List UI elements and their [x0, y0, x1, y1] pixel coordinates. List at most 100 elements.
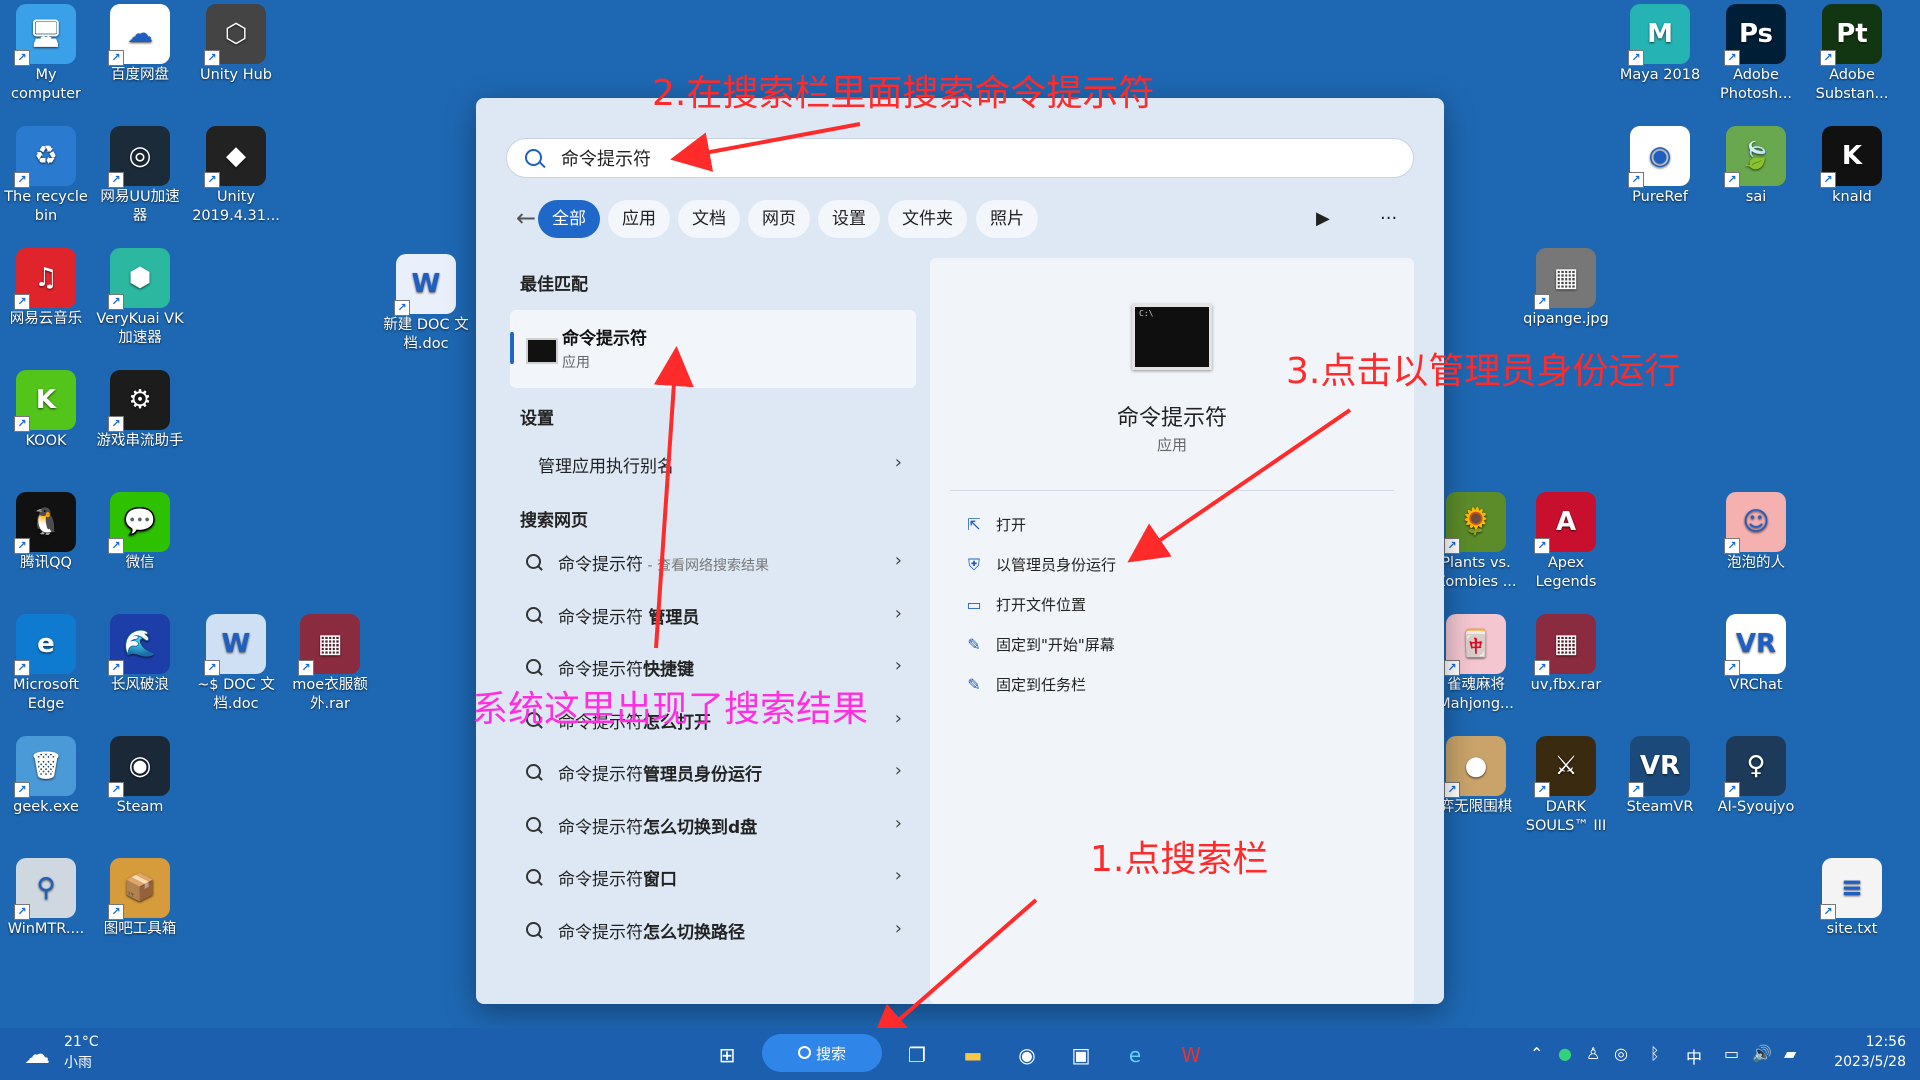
filter-folders[interactable]: 文件夹	[888, 200, 967, 238]
desktop-icon[interactable]: ♀ ↗ AI-Syoujyo	[1710, 736, 1802, 817]
action-pin-taskbar[interactable]: ✎ 固定到任务栏	[964, 674, 1086, 695]
desktop-icon[interactable]: ◉ ↗ PureRef	[1614, 126, 1706, 207]
desktop-icon[interactable]: ▦ ↗ qipange.jpg	[1520, 248, 1612, 329]
desktop-icon[interactable]: ⬢ ↗ VeryKuai VK 加速器	[94, 248, 186, 348]
settings-heading: 设置	[520, 409, 554, 429]
desktop-icon[interactable]: 🐧 ↗ 腾讯QQ	[0, 492, 92, 573]
network-icon[interactable]: ▭	[1724, 1044, 1739, 1063]
filter-apps[interactable]: 应用	[608, 200, 670, 238]
desktop-icon[interactable]: ▦ ↗ moe衣服额 外.rar	[284, 614, 376, 714]
task-view-icon[interactable]: ❐	[900, 1038, 934, 1072]
action-open[interactable]: ⇱ 打开	[964, 514, 1026, 535]
qq-tray-icon[interactable]: ♙	[1586, 1044, 1600, 1063]
filter-settings[interactable]: 设置	[818, 200, 880, 238]
desktop-icon[interactable]: ◉ ↗ Steam	[94, 736, 186, 817]
filter-photos[interactable]: 照片	[976, 200, 1038, 238]
desktop-icon[interactable]: K ↗ knald	[1806, 126, 1898, 207]
more-icon[interactable]: ···	[1380, 208, 1397, 229]
desktop-icon[interactable]: W ↗ ~$ DOC 文 档.doc	[190, 614, 282, 714]
desktop-icon[interactable]: Pt ↗ Adobe Substan...	[1806, 4, 1898, 104]
action-run-as-admin[interactable]: ⛨ 以管理员身份运行	[964, 554, 1116, 575]
windows-start-icon[interactable]: ⊞	[710, 1038, 744, 1072]
web-result-item[interactable]: 命令提示符 管理员 ›	[526, 597, 916, 637]
desktop-icon-label: Microsoft Edge	[13, 677, 79, 712]
desktop-icon[interactable]: ⚙ ↗ 游戏串流助手	[94, 370, 186, 451]
app-glyph: ◉	[128, 750, 152, 781]
battery-icon[interactable]: ▰	[1784, 1044, 1796, 1063]
desktop-icon[interactable]: ♻ ↗ The recycle bin	[0, 126, 92, 226]
web-result-item[interactable]: 命令提示符管理员身份运行 ›	[526, 754, 916, 794]
web-result-item[interactable]: 命令提示符怎么切换到d盘 ›	[526, 807, 916, 847]
filter-docs[interactable]: 文档	[678, 200, 740, 238]
back-arrow-icon[interactable]: ←	[516, 204, 536, 232]
filter-web[interactable]: 网页	[748, 200, 810, 238]
desktop-icon[interactable]: K ↗ KOOK	[0, 370, 92, 451]
store-icon[interactable]: ▣	[1064, 1038, 1098, 1072]
settings-item[interactable]: 管理应用执行别名 ›	[526, 446, 916, 486]
desktop-icon[interactable]: A ↗ Apex Legends	[1520, 492, 1612, 592]
play-icon[interactable]: ▶	[1316, 208, 1330, 229]
desktop-icon[interactable]: 🍃 ↗ sai	[1710, 126, 1802, 207]
desktop-icon[interactable]: ☺ ↗ 泡泡的人	[1710, 492, 1802, 573]
action-open-location[interactable]: ▭ 打开文件位置	[964, 594, 1086, 615]
desktop-icon[interactable]: ☁ ↗ 百度网盘	[94, 4, 186, 85]
desktop-icon[interactable]: ♫ ↗ 网易云音乐	[0, 248, 92, 329]
shortcut-arrow-icon: ↗	[1534, 538, 1550, 554]
desktop-icon[interactable]: ⚲ ↗ WinMTR....	[0, 858, 92, 939]
app-glyph: ♫	[34, 262, 58, 293]
bluetooth-icon[interactable]: ᛒ	[1650, 1044, 1660, 1063]
volume-icon[interactable]: 🔊	[1752, 1044, 1772, 1063]
search-icon	[526, 816, 541, 832]
file-explorer-icon[interactable]: ▬	[956, 1038, 990, 1072]
app-glyph: 💬	[123, 506, 157, 537]
web-result-item[interactable]: 命令提示符窗口 ›	[526, 859, 916, 899]
search-input[interactable]	[559, 143, 1363, 173]
desktop-icon[interactable]: 🌊 ↗ 长风破浪	[94, 614, 186, 695]
wps-icon[interactable]: W	[1174, 1038, 1208, 1072]
app-glyph: ♀	[1746, 750, 1766, 781]
desktop-icon[interactable]: ⬡ ↗ Unity Hub	[190, 4, 282, 85]
desktop-icon-label: geek.exe	[13, 799, 79, 815]
app-icon: ⚲ ↗	[14, 858, 76, 920]
app-glyph: ≡	[1841, 872, 1863, 903]
desktop-icon[interactable]: ▦ ↗ uv,fbx.rar	[1520, 614, 1612, 695]
ime-indicator[interactable]: 中	[1686, 1044, 1702, 1068]
desktop-icon[interactable]: ◎ ↗ 网易UU加速 器	[94, 126, 186, 226]
desktop-icon[interactable]: 📦 ↗ 图吧工具箱	[94, 858, 186, 939]
search-box[interactable]	[506, 138, 1414, 178]
clock-time[interactable]: 12:56	[1826, 1034, 1906, 1050]
desktop-icon[interactable]: Ps ↗ Adobe Photosh...	[1710, 4, 1802, 104]
shortcut-arrow-icon: ↗	[108, 294, 124, 310]
desktop-icon[interactable]: M ↗ Maya 2018	[1614, 4, 1706, 85]
filter-all[interactable]: 全部	[538, 200, 600, 238]
desktop-icon[interactable]: VR ↗ SteamVR	[1614, 736, 1706, 817]
app-icon: e ↗	[14, 614, 76, 676]
steam-taskbar-icon[interactable]: ◉	[1010, 1038, 1044, 1072]
desktop-icon[interactable]: 🖥 ↗ My computer	[0, 4, 92, 104]
edge-icon[interactable]: e	[1118, 1038, 1152, 1072]
desktop-icon[interactable]: 💬 ↗ 微信	[94, 492, 186, 573]
weather-cloud-icon[interactable]: ☁	[20, 1038, 54, 1072]
clock-date[interactable]: 2023/5/28	[1808, 1054, 1906, 1070]
shortcut-arrow-icon: ↗	[14, 416, 30, 432]
shortcut-arrow-icon: ↗	[1724, 50, 1740, 66]
desktop-icon[interactable]: VR ↗ VRChat	[1710, 614, 1802, 695]
desktop-icon-label: 泡泡的人	[1727, 555, 1785, 571]
desktop-icon[interactable]: ⚔ ↗ DARK SOULS™ III	[1520, 736, 1612, 836]
app-glyph: 🌻	[1459, 506, 1493, 537]
desktop-icon[interactable]: ≡ ↗ site.txt	[1806, 858, 1898, 939]
tray-app-icon[interactable]: ◎	[1614, 1044, 1628, 1063]
action-pin-start[interactable]: ✎ 固定到"开始"屏幕	[964, 634, 1115, 655]
desktop-icon[interactable]: 🗑 ↗ geek.exe	[0, 736, 92, 817]
app-icon: ◆ ↗	[204, 126, 266, 188]
taskbar-search-button[interactable]: 搜索	[762, 1034, 882, 1072]
wechat-tray-icon[interactable]: ●	[1558, 1044, 1572, 1063]
best-match-item[interactable]: 命令提示符 应用	[510, 310, 916, 388]
web-result-item[interactable]: 命令提示符怎么切换路径 ›	[526, 912, 916, 952]
app-glyph: ⚙	[128, 384, 152, 415]
desktop-icon[interactable]: W ↗ 新建 DOC 文 档.doc	[380, 254, 472, 354]
desktop-icon[interactable]: e ↗ Microsoft Edge	[0, 614, 92, 714]
web-result-item[interactable]: 命令提示符 - 查看网络搜索结果 ›	[526, 544, 916, 584]
tray-chevron-up-icon[interactable]: ⌃	[1530, 1044, 1543, 1063]
desktop-icon[interactable]: ◆ ↗ Unity 2019.4.31...	[190, 126, 282, 226]
